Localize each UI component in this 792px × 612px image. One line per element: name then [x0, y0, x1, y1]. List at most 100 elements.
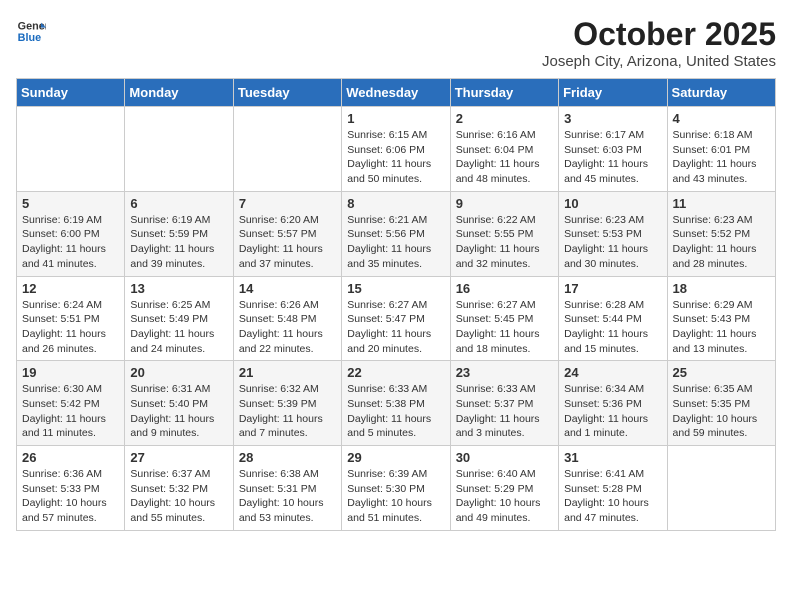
- calendar-header-row: SundayMondayTuesdayWednesdayThursdayFrid…: [17, 79, 776, 107]
- day-number: 7: [239, 196, 336, 211]
- calendar-cell: 2 Sunrise: 6:16 AM Sunset: 6:04 PM Daylig…: [450, 107, 558, 192]
- day-info: Sunrise: 6:37 AM Sunset: 5:32 PM Dayligh…: [130, 467, 227, 526]
- day-number: 2: [456, 111, 553, 126]
- day-info: Sunrise: 6:38 AM Sunset: 5:31 PM Dayligh…: [239, 467, 336, 526]
- day-info: Sunrise: 6:41 AM Sunset: 5:28 PM Dayligh…: [564, 467, 661, 526]
- day-info: Sunrise: 6:30 AM Sunset: 5:42 PM Dayligh…: [22, 382, 119, 441]
- day-info: Sunrise: 6:36 AM Sunset: 5:33 PM Dayligh…: [22, 467, 119, 526]
- day-info: Sunrise: 6:35 AM Sunset: 5:35 PM Dayligh…: [673, 382, 770, 441]
- day-info: Sunrise: 6:33 AM Sunset: 5:37 PM Dayligh…: [456, 382, 553, 441]
- day-info: Sunrise: 6:21 AM Sunset: 5:56 PM Dayligh…: [347, 213, 444, 272]
- day-info: Sunrise: 6:27 AM Sunset: 5:47 PM Dayligh…: [347, 298, 444, 357]
- calendar-cell: 20 Sunrise: 6:31 AM Sunset: 5:40 PM Dayli…: [125, 361, 233, 446]
- day-info: Sunrise: 6:16 AM Sunset: 6:04 PM Dayligh…: [456, 128, 553, 187]
- day-number: 9: [456, 196, 553, 211]
- day-info: Sunrise: 6:18 AM Sunset: 6:01 PM Dayligh…: [673, 128, 770, 187]
- calendar-cell: 18 Sunrise: 6:29 AM Sunset: 5:43 PM Dayli…: [667, 276, 775, 361]
- day-number: 16: [456, 281, 553, 296]
- calendar-cell: 10 Sunrise: 6:23 AM Sunset: 5:53 PM Dayli…: [559, 191, 667, 276]
- day-info: Sunrise: 6:39 AM Sunset: 5:30 PM Dayligh…: [347, 467, 444, 526]
- day-info: Sunrise: 6:15 AM Sunset: 6:06 PM Dayligh…: [347, 128, 444, 187]
- day-number: 18: [673, 281, 770, 296]
- calendar-cell: 14 Sunrise: 6:26 AM Sunset: 5:48 PM Dayli…: [233, 276, 341, 361]
- day-info: Sunrise: 6:20 AM Sunset: 5:57 PM Dayligh…: [239, 213, 336, 272]
- day-number: 23: [456, 365, 553, 380]
- calendar-cell: 17 Sunrise: 6:28 AM Sunset: 5:44 PM Dayli…: [559, 276, 667, 361]
- calendar-cell: 30Sunrise: 6:40 AM Sunset: 5:29 PM Dayli…: [450, 446, 558, 531]
- page-header: General Blue October 2025 Joseph City, A…: [16, 16, 776, 70]
- title-block: October 2025 Joseph City, Arizona, Unite…: [542, 16, 776, 70]
- calendar-cell: 31 Sunrise: 6:41 AM Sunset: 5:28 PM Dayli…: [559, 446, 667, 531]
- weekday-header: Tuesday: [233, 79, 341, 107]
- day-info: Sunrise: 6:24 AM Sunset: 5:51 PM Dayligh…: [22, 298, 119, 357]
- day-number: 28: [239, 450, 336, 465]
- day-info: Sunrise: 6:28 AM Sunset: 5:44 PM Dayligh…: [564, 298, 661, 357]
- day-info: Sunrise: 6:31 AM Sunset: 5:40 PM Dayligh…: [130, 382, 227, 441]
- day-number: 27: [130, 450, 227, 465]
- day-number: 3: [564, 111, 661, 126]
- calendar-cell: [233, 107, 341, 192]
- day-info: Sunrise: 6:22 AM Sunset: 5:55 PM Dayligh…: [456, 213, 553, 272]
- day-number: 29: [347, 450, 444, 465]
- day-number: 10: [564, 196, 661, 211]
- day-number: 4: [673, 111, 770, 126]
- calendar-cell: 13 Sunrise: 6:25 AM Sunset: 5:49 PM Dayli…: [125, 276, 233, 361]
- day-number: 13: [130, 281, 227, 296]
- day-number: 31: [564, 450, 661, 465]
- calendar-cell: 29 Sunrise: 6:39 AM Sunset: 5:30 PM Dayli…: [342, 446, 450, 531]
- calendar-cell: [17, 107, 125, 192]
- day-number: 26: [22, 450, 119, 465]
- calendar-cell: 25 Sunrise: 6:35 AM Sunset: 5:35 PM Dayli…: [667, 361, 775, 446]
- logo-icon: General Blue: [16, 16, 46, 46]
- calendar-cell: 5Sunrise: 6:19 AM Sunset: 6:00 PM Daylig…: [17, 191, 125, 276]
- day-number: 30: [456, 450, 553, 465]
- calendar-week-row: 26 Sunrise: 6:36 AM Sunset: 5:33 PM Dayli…: [17, 446, 776, 531]
- day-number: 17: [564, 281, 661, 296]
- calendar-cell: 21Sunrise: 6:32 AM Sunset: 5:39 PM Dayli…: [233, 361, 341, 446]
- calendar-cell: 9 Sunrise: 6:22 AM Sunset: 5:55 PM Daylig…: [450, 191, 558, 276]
- day-number: 6: [130, 196, 227, 211]
- calendar-week-row: 19 Sunrise: 6:30 AM Sunset: 5:42 PM Dayli…: [17, 361, 776, 446]
- day-info: Sunrise: 6:19 AM Sunset: 5:59 PM Dayligh…: [130, 213, 227, 272]
- calendar-cell: 3 Sunrise: 6:17 AM Sunset: 6:03 PM Daylig…: [559, 107, 667, 192]
- day-info: Sunrise: 6:34 AM Sunset: 5:36 PM Dayligh…: [564, 382, 661, 441]
- weekday-header: Thursday: [450, 79, 558, 107]
- day-info: Sunrise: 6:17 AM Sunset: 6:03 PM Dayligh…: [564, 128, 661, 187]
- day-info: Sunrise: 6:26 AM Sunset: 5:48 PM Dayligh…: [239, 298, 336, 357]
- calendar-cell: 16Sunrise: 6:27 AM Sunset: 5:45 PM Dayli…: [450, 276, 558, 361]
- weekday-header: Monday: [125, 79, 233, 107]
- day-number: 20: [130, 365, 227, 380]
- weekday-header: Saturday: [667, 79, 775, 107]
- calendar-cell: 1 Sunrise: 6:15 AM Sunset: 6:06 PM Daylig…: [342, 107, 450, 192]
- day-number: 11: [673, 196, 770, 211]
- calendar-cell: 12 Sunrise: 6:24 AM Sunset: 5:51 PM Dayli…: [17, 276, 125, 361]
- location-title: Joseph City, Arizona, United States: [542, 53, 776, 70]
- svg-text:Blue: Blue: [18, 32, 41, 44]
- day-number: 12: [22, 281, 119, 296]
- calendar-cell: 26 Sunrise: 6:36 AM Sunset: 5:33 PM Dayli…: [17, 446, 125, 531]
- calendar-cell: [667, 446, 775, 531]
- calendar-cell: 23 Sunrise: 6:33 AM Sunset: 5:37 PM Dayli…: [450, 361, 558, 446]
- day-info: Sunrise: 6:25 AM Sunset: 5:49 PM Dayligh…: [130, 298, 227, 357]
- calendar-cell: 28 Sunrise: 6:38 AM Sunset: 5:31 PM Dayli…: [233, 446, 341, 531]
- day-number: 21: [239, 365, 336, 380]
- logo: General Blue: [16, 16, 46, 46]
- day-number: 19: [22, 365, 119, 380]
- calendar-table: SundayMondayTuesdayWednesdayThursdayFrid…: [16, 78, 776, 531]
- day-number: 14: [239, 281, 336, 296]
- day-info: Sunrise: 6:33 AM Sunset: 5:38 PM Dayligh…: [347, 382, 444, 441]
- calendar-week-row: 5Sunrise: 6:19 AM Sunset: 6:00 PM Daylig…: [17, 191, 776, 276]
- calendar-cell: 19 Sunrise: 6:30 AM Sunset: 5:42 PM Dayli…: [17, 361, 125, 446]
- day-info: Sunrise: 6:23 AM Sunset: 5:53 PM Dayligh…: [564, 213, 661, 272]
- weekday-header: Sunday: [17, 79, 125, 107]
- day-info: Sunrise: 6:29 AM Sunset: 5:43 PM Dayligh…: [673, 298, 770, 357]
- day-number: 1: [347, 111, 444, 126]
- day-info: Sunrise: 6:19 AM Sunset: 6:00 PM Dayligh…: [22, 213, 119, 272]
- calendar-cell: 7 Sunrise: 6:20 AM Sunset: 5:57 PM Daylig…: [233, 191, 341, 276]
- day-number: 25: [673, 365, 770, 380]
- weekday-header: Friday: [559, 79, 667, 107]
- month-title: October 2025: [542, 16, 776, 53]
- calendar-cell: 15Sunrise: 6:27 AM Sunset: 5:47 PM Dayli…: [342, 276, 450, 361]
- calendar-cell: 24Sunrise: 6:34 AM Sunset: 5:36 PM Dayli…: [559, 361, 667, 446]
- day-info: Sunrise: 6:23 AM Sunset: 5:52 PM Dayligh…: [673, 213, 770, 272]
